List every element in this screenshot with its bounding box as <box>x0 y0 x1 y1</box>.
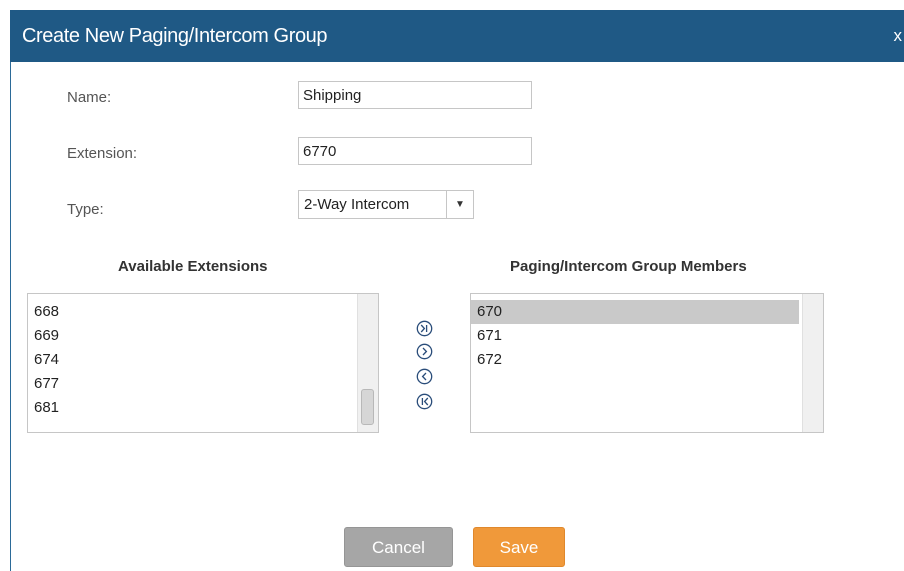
double-chevron-left-circle-icon <box>416 393 433 410</box>
remove-button[interactable] <box>416 368 433 385</box>
double-chevron-right-circle-icon <box>416 320 433 337</box>
available-extensions-heading: Available Extensions <box>118 258 268 275</box>
group-members-heading: Paging/Intercom Group Members <box>510 258 747 275</box>
available-scrollbar-thumb[interactable] <box>361 389 374 425</box>
list-item[interactable]: 672 <box>471 348 799 372</box>
close-icon[interactable]: x <box>894 10 903 62</box>
chevron-right-circle-icon <box>416 343 433 360</box>
group-members-items: 670 671 672 <box>471 300 799 372</box>
dialog-left-border <box>10 62 11 571</box>
list-item[interactable]: 668 <box>28 300 354 324</box>
list-item[interactable]: 671 <box>471 324 799 348</box>
list-item[interactable]: 677 <box>28 372 354 396</box>
members-scrollbar[interactable] <box>802 294 823 432</box>
list-item[interactable]: 669 <box>28 324 354 348</box>
chevron-left-circle-icon <box>416 368 433 385</box>
available-extensions-list[interactable]: 668 669 674 677 681 <box>27 293 379 433</box>
type-select[interactable]: 2-Way Intercom ▼ <box>298 190 474 219</box>
add-all-button[interactable] <box>416 320 433 337</box>
available-extensions-items: 668 669 674 677 681 <box>28 300 354 420</box>
type-label: Type: <box>67 201 104 218</box>
cancel-button[interactable]: Cancel <box>344 527 453 567</box>
list-item[interactable]: 681 <box>28 396 354 420</box>
list-item[interactable]: 670 <box>471 300 799 324</box>
type-select-value: 2-Way Intercom <box>304 196 410 213</box>
name-label: Name: <box>67 89 112 106</box>
remove-all-button[interactable] <box>416 393 433 410</box>
list-item[interactable]: 674 <box>28 348 354 372</box>
group-members-list[interactable]: 670 671 672 <box>470 293 824 433</box>
dialog-titlebar: Create New Paging/Intercom Group x <box>10 10 904 62</box>
name-field[interactable] <box>298 81 532 109</box>
available-scrollbar[interactable] <box>357 294 378 432</box>
add-button[interactable] <box>416 343 433 360</box>
dialog-title: Create New Paging/Intercom Group <box>22 25 328 47</box>
extension-field[interactable] <box>298 137 532 165</box>
save-button[interactable]: Save <box>473 527 565 567</box>
dropdown-arrow-icon[interactable]: ▼ <box>446 191 473 218</box>
extension-label: Extension: <box>67 145 138 162</box>
